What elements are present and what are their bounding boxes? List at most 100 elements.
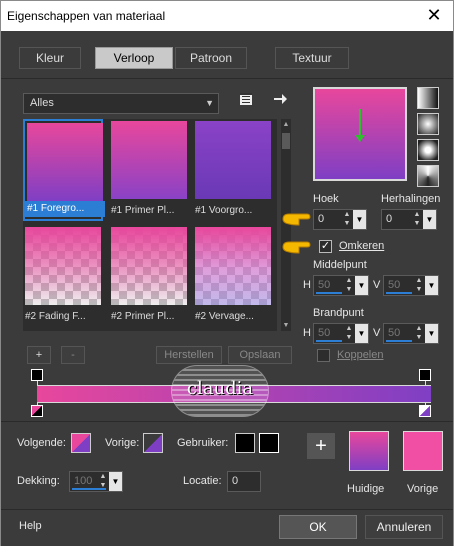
category-value: Alles [30,97,54,109]
gebruiker-color-box[interactable] [235,433,255,453]
vorige-color-box[interactable] [143,433,163,453]
linear-style-icon[interactable] [417,87,439,109]
spin-arrows-icon[interactable]: ▲ ▼ [414,276,424,295]
omkeren-label: Omkeren [339,240,385,252]
transparency-stop-right[interactable] [419,369,431,381]
hoek-input[interactable]: 0 ▲ ▼ ▼ [313,209,367,230]
middelpunt-v-label: V [373,279,381,291]
brandpunt-h-input[interactable]: 50 ▲ ▼ ▼ [313,323,369,344]
vorige-swatch[interactable] [403,431,443,471]
brandpunt-v-value: 50 [388,327,401,339]
hoek-label: Hoek [313,193,339,205]
huidige-swatch[interactable] [349,431,389,471]
brandpunt-v-label: V [373,327,381,339]
gradient-swatch [27,123,103,201]
value-bar [386,292,412,294]
color-stop-left[interactable] [31,405,43,417]
tab-kleur[interactable]: Kleur [19,47,81,69]
remove-gradient-button[interactable]: - [61,346,85,364]
gradient-swatch [195,121,271,199]
gradient-tile[interactable]: #1 Voorgro... [193,119,273,221]
gebruiker-color-box-2[interactable] [259,433,279,453]
gebruiker-label: Gebruiker: [177,437,229,449]
brandpunt-h-value: 50 [318,327,331,339]
ok-button[interactable]: OK [279,515,357,539]
chevron-down-icon[interactable]: ▼ [355,324,368,343]
middelpunt-h-input[interactable]: 50 ▲ ▼ ▼ [313,275,369,296]
volgende-color-box[interactable] [71,433,91,453]
brandpunt-v-input[interactable]: 50 ▲ ▼ ▼ [383,323,439,344]
add-gradient-button[interactable]: + [27,346,51,364]
watermark-text: claudia [186,378,254,399]
middelpunt-label: Middelpunt [313,259,367,271]
gradient-swatch [111,227,187,305]
add-stop-button[interactable]: + [307,433,335,459]
koppelen-checkbox[interactable] [317,349,330,362]
brandpunt-label: Brandpunt [313,307,364,319]
arrow-right-icon[interactable] [269,91,291,113]
gradient-caption: #2 Fading F... [25,311,86,322]
chevron-down-icon[interactable]: ▼ [109,472,122,491]
help-link[interactable]: Help [19,520,42,532]
chevron-down-icon[interactable]: ▼ [423,210,436,229]
gradient-tile[interactable]: #2 Primer Pl... [109,225,189,327]
category-dropdown[interactable]: Alles ▼ [23,93,219,114]
spin-arrows-icon[interactable]: ▲ ▼ [412,210,422,229]
cancel-button[interactable]: Annuleren [365,515,443,539]
radial-style-icon[interactable] [417,139,439,161]
transparency-stop-left[interactable] [31,369,43,381]
material-properties-dialog: Eigenschappen van materiaal ✕ Kleur Verl… [0,0,454,546]
gradient-caption: #1 Foregro... [25,201,105,217]
spin-arrows-icon[interactable]: ▲ ▼ [414,324,424,343]
vorige-label: Vorige [407,483,439,495]
rectangular-style-icon[interactable] [417,113,439,135]
watermark-logo: claudia [171,365,269,417]
angle-needle[interactable] [359,109,361,137]
gradient-preview[interactable] [313,87,407,181]
gradient-tile[interactable]: #2 Vervage... [193,225,273,327]
locatie-input[interactable]: 0 [227,471,261,492]
save-button[interactable]: Opslaan [228,346,292,364]
angle-arrow-icon [355,135,365,142]
gradient-tile[interactable]: #2 Fading F... [23,225,103,327]
library-manager-icon[interactable] [235,91,257,113]
title-bar: Eigenschappen van materiaal ✕ [1,1,453,31]
scrollbar-thumb[interactable] [282,133,290,149]
dekking-input[interactable]: 100 ▲ ▼ ▼ [69,471,123,492]
gradient-swatch [25,227,101,305]
tab-verloop[interactable]: Verloop [95,47,173,69]
herhalingen-value: 0 [386,213,393,225]
tab-patroon[interactable]: Patroon [175,47,247,69]
divider [1,78,453,79]
chevron-down-icon[interactable]: ▼ [425,276,438,295]
hoek-value: 0 [318,213,325,225]
color-stop-right[interactable] [419,405,431,417]
gradient-caption: #2 Vervage... [195,311,254,322]
middelpunt-v-input[interactable]: 50 ▲ ▼ ▼ [383,275,439,296]
sunburst-style-icon[interactable] [417,165,439,187]
gradient-tile[interactable]: #1 Primer Pl... [109,119,189,221]
middelpunt-h-value: 50 [318,279,331,291]
value-bar [72,488,106,490]
chevron-down-icon[interactable]: ▼ [425,324,438,343]
gradient-tile[interactable]: #1 Foregro... [23,119,105,221]
chevron-down-icon[interactable]: ▼ [353,210,366,229]
footer: Help OK Annuleren [1,510,453,546]
spin-arrows-icon[interactable]: ▲ ▼ [342,210,352,229]
scroll-down-icon[interactable]: ▼ [281,322,291,329]
herhalingen-label: Herhalingen [381,193,441,205]
chevron-down-icon[interactable]: ▼ [355,276,368,295]
koppelen-label: Koppelen [337,349,384,361]
spin-arrows-icon[interactable]: ▲ ▼ [344,276,354,295]
spin-arrows-icon[interactable]: ▲ ▼ [344,324,354,343]
close-icon[interactable]: ✕ [423,4,445,26]
herhalingen-input[interactable]: 0 ▲ ▼ ▼ [381,209,437,230]
scroll-up-icon[interactable]: ▲ [281,121,291,128]
tab-textuur[interactable]: Textuur [275,47,349,69]
huidige-label: Huidige [347,483,385,495]
brandpunt-h-label: H [303,327,311,339]
omkeren-checkbox[interactable]: ✓ [319,240,332,253]
dekking-value: 100 [74,475,93,487]
value-bar [386,340,412,342]
restore-button[interactable]: Herstellen [156,346,222,364]
